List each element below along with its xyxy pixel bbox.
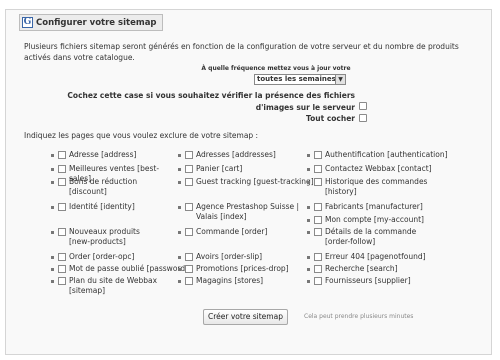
page-checkbox[interactable] <box>314 228 322 236</box>
page-checkbox[interactable] <box>314 151 322 159</box>
page-checkbox[interactable] <box>314 253 322 261</box>
create-sitemap-button[interactable]: Créer votre sitemap <box>203 309 288 325</box>
bullet-icon <box>307 168 310 171</box>
page-checkbox[interactable] <box>58 277 66 285</box>
bullet-icon <box>178 154 181 157</box>
bullet-icon <box>307 219 310 222</box>
page-checkbox[interactable] <box>185 265 193 273</box>
page-checkbox[interactable] <box>185 203 193 211</box>
bullet-icon <box>307 154 310 157</box>
image-check-checkbox[interactable] <box>359 102 367 110</box>
check-all-checkbox[interactable] <box>359 114 367 122</box>
page-checkbox[interactable] <box>58 265 66 273</box>
bullet-icon <box>307 268 310 271</box>
frequency-select[interactable]: toutes les semaines ▼ <box>254 74 346 85</box>
page-checkbox[interactable] <box>314 178 322 186</box>
bullet-icon <box>51 181 54 184</box>
check-all-label: Tout cocher <box>306 114 355 123</box>
image-check-label: Cochez cette case si vous souhaitez véri… <box>67 91 355 112</box>
bullet-icon <box>178 206 181 209</box>
page-checkbox[interactable] <box>58 151 66 159</box>
page-checkbox[interactable] <box>185 178 193 186</box>
page-checkbox[interactable] <box>185 277 193 285</box>
page-checkbox[interactable] <box>314 216 322 224</box>
bullet-icon <box>178 168 181 171</box>
page-checkbox[interactable] <box>185 165 193 173</box>
page-checkbox[interactable] <box>314 203 322 211</box>
bullet-icon <box>307 181 310 184</box>
panel-legend: G Configurer votre sitemap <box>19 14 163 31</box>
page-checkbox[interactable] <box>185 253 193 261</box>
chevron-down-icon: ▼ <box>335 75 345 84</box>
bullet-icon <box>178 256 181 259</box>
bullet-icon <box>178 231 181 234</box>
page-checkbox[interactable] <box>58 178 66 186</box>
bullet-icon <box>51 154 54 157</box>
bullet-icon <box>307 206 310 209</box>
bullet-icon <box>178 268 181 271</box>
submit-note: Cela peut prendre plusieurs minutes <box>304 313 414 320</box>
page-checkbox[interactable] <box>58 228 66 236</box>
page-checkbox[interactable] <box>185 151 193 159</box>
page-checkbox[interactable] <box>314 277 322 285</box>
page-checkbox[interactable] <box>58 253 66 261</box>
bullet-icon <box>307 256 310 259</box>
page-checkbox[interactable] <box>185 228 193 236</box>
panel-title: Configurer votre sitemap <box>36 17 157 28</box>
bullet-icon <box>51 280 54 283</box>
bullet-icon <box>178 280 181 283</box>
exclude-title: Indiquez les pages que vous voulez exclu… <box>24 131 259 140</box>
page-checkbox[interactable] <box>58 165 66 173</box>
bullet-icon <box>178 181 181 184</box>
page-checkbox[interactable] <box>314 265 322 273</box>
page-checkbox[interactable] <box>58 203 66 211</box>
bullet-icon <box>307 231 310 234</box>
frequency-value: toutes les semaines <box>257 75 336 83</box>
google-icon: G <box>22 17 33 28</box>
bullet-icon <box>51 168 54 171</box>
bullet-icon <box>51 206 54 209</box>
intro-text: Plusieurs fichiers sitemap seront généré… <box>24 42 459 62</box>
bullet-icon <box>307 280 310 283</box>
bullet-icon <box>51 268 54 271</box>
page-checkbox[interactable] <box>314 165 322 173</box>
bullet-icon <box>51 231 54 234</box>
bullet-icon <box>51 256 54 259</box>
